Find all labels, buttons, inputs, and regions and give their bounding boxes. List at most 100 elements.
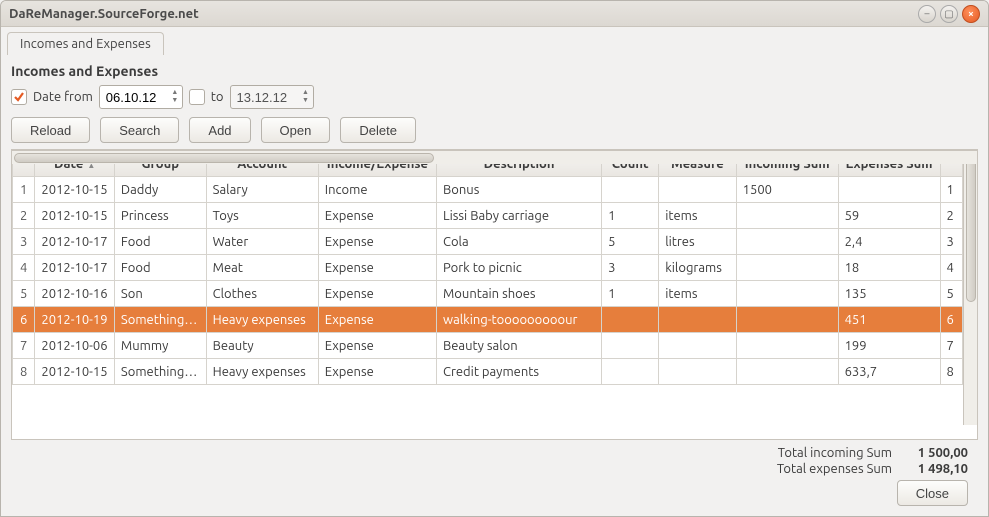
date-from-spinner[interactable]: ▲ ▼ [170, 89, 180, 105]
cell-type: Expense [318, 281, 436, 307]
table-row[interactable]: 72012-10-06MummyBeautyExpenseBeauty salo… [13, 333, 963, 359]
cell-expenses: 59 [838, 203, 940, 229]
cell-desc: Lissi Baby carriage [437, 203, 602, 229]
cell-date: 2012-10-19 [35, 307, 115, 333]
date-to-field [237, 90, 297, 105]
cell-type: Expense [318, 307, 436, 333]
cell-desc: Mountain shoes [437, 281, 602, 307]
cell-group: Mummy [114, 333, 206, 359]
app-window: DaReManager.SourceForge.net – ▢ × Income… [0, 0, 989, 517]
table-row[interactable]: 42012-10-17FoodMeatExpensePork to picnic… [13, 255, 963, 281]
cell-rownum: 1 [13, 177, 35, 203]
cell-incoming [736, 229, 838, 255]
cell-group: Something… [114, 359, 206, 385]
cell-count [602, 307, 659, 333]
cell-rownum: 4 [13, 255, 35, 281]
date-to-spinner: ▲ ▼ [301, 89, 311, 105]
cell-desc: Beauty salon [437, 333, 602, 359]
date-from-checkbox[interactable] [11, 89, 27, 105]
data-table: Date Group Account Income/Expense Descri… [12, 150, 963, 385]
cell-id: 6 [940, 307, 963, 333]
cell-rownum: 7 [13, 333, 35, 359]
scrollbar-thumb[interactable] [966, 152, 976, 302]
date-to-label: to [211, 90, 224, 104]
scrollbar-horizontal[interactable] [12, 150, 977, 164]
cell-type: Expense [318, 229, 436, 255]
date-from-input[interactable]: ▲ ▼ [99, 85, 183, 109]
cell-group: Princess [114, 203, 206, 229]
cell-count [602, 177, 659, 203]
cell-date: 2012-10-17 [35, 255, 115, 281]
cell-rownum: 8 [13, 359, 35, 385]
cell-incoming [736, 203, 838, 229]
open-button[interactable]: Open [261, 117, 331, 143]
delete-button[interactable]: Delete [340, 117, 416, 143]
date-to-input: ▲ ▼ [230, 85, 314, 109]
cell-id: 5 [940, 281, 963, 307]
cell-type: Expense [318, 359, 436, 385]
table-row[interactable]: 32012-10-17FoodWaterExpenseCola5litres2,… [13, 229, 963, 255]
cell-measure: items [659, 203, 736, 229]
cell-type: Expense [318, 255, 436, 281]
minimize-button[interactable]: – [918, 5, 936, 23]
table-row[interactable]: 82012-10-15Something…Heavy expensesExpen… [13, 359, 963, 385]
close-button[interactable]: Close [897, 480, 968, 506]
total-incoming-value: 1 500,00 [898, 446, 968, 460]
cell-id: 1 [940, 177, 963, 203]
cell-count: 1 [602, 281, 659, 307]
window-title: DaReManager.SourceForge.net [9, 7, 914, 21]
maximize-button[interactable]: ▢ [940, 5, 958, 23]
scrollbar-thumb[interactable] [14, 153, 434, 163]
cell-rownum: 5 [13, 281, 35, 307]
table-container: Date Group Account Income/Expense Descri… [11, 149, 978, 440]
cell-type: Expense [318, 203, 436, 229]
date-from-field[interactable] [106, 90, 166, 105]
cell-count [602, 333, 659, 359]
cell-group: Daddy [114, 177, 206, 203]
spinner-down-icon[interactable]: ▼ [170, 97, 180, 105]
search-button[interactable]: Search [100, 117, 179, 143]
cell-group: Something… [114, 307, 206, 333]
cell-expenses: 2,4 [838, 229, 940, 255]
cell-expenses: 633,7 [838, 359, 940, 385]
add-button[interactable]: Add [189, 117, 250, 143]
table-row[interactable]: 6 2012-10-19Something…Heavy expensesExpen… [13, 307, 963, 333]
cell-account: Salary [206, 177, 318, 203]
cell-date: 2012-10-16 [35, 281, 115, 307]
cell-date: 2012-10-15 [35, 203, 115, 229]
total-expenses-label: Total expenses Sum [777, 462, 892, 476]
date-to-checkbox[interactable] [189, 89, 205, 105]
reload-button[interactable]: Reload [11, 117, 90, 143]
cell-measure [659, 177, 736, 203]
spinner-down-icon: ▼ [301, 97, 311, 105]
tab-incomes-expenses[interactable]: Incomes and Expenses [7, 32, 164, 55]
cell-measure [659, 359, 736, 385]
cell-desc: Pork to picnic [437, 255, 602, 281]
cell-date: 2012-10-15 [35, 359, 115, 385]
footer-bar: Close [11, 476, 978, 512]
cell-id: 8 [940, 359, 963, 385]
cell-expenses: 199 [838, 333, 940, 359]
cell-incoming [736, 255, 838, 281]
toolbar: Reload Search Add Open Delete [11, 117, 978, 143]
cell-expenses: 135 [838, 281, 940, 307]
total-expenses-value: 1 498,10 [898, 462, 968, 476]
cell-account: Toys [206, 203, 318, 229]
cell-account: Beauty [206, 333, 318, 359]
filter-bar: Date from ▲ ▼ to ▲ ▼ [11, 85, 978, 109]
cell-rownum: 2 [13, 203, 35, 229]
close-window-button[interactable]: × [962, 5, 980, 23]
cell-incoming [736, 281, 838, 307]
tab-bar: Incomes and Expenses [1, 27, 988, 55]
table-row[interactable]: 22012-10-15PrincessToysExpenseLissi Baby… [13, 203, 963, 229]
cell-measure: litres [659, 229, 736, 255]
cell-expenses: 18 [838, 255, 940, 281]
total-incoming-label: Total incoming Sum [778, 446, 892, 460]
table-row[interactable]: 52012-10-16SonClothesExpenseMountain sho… [13, 281, 963, 307]
cell-rownum: 3 [13, 229, 35, 255]
cell-account: Heavy expenses [206, 307, 318, 333]
table-row[interactable]: 12012-10-15DaddySalaryIncomeBonus15001 [13, 177, 963, 203]
cell-date: 2012-10-17 [35, 229, 115, 255]
scrollbar-vertical[interactable] [963, 150, 977, 425]
cell-id: 2 [940, 203, 963, 229]
